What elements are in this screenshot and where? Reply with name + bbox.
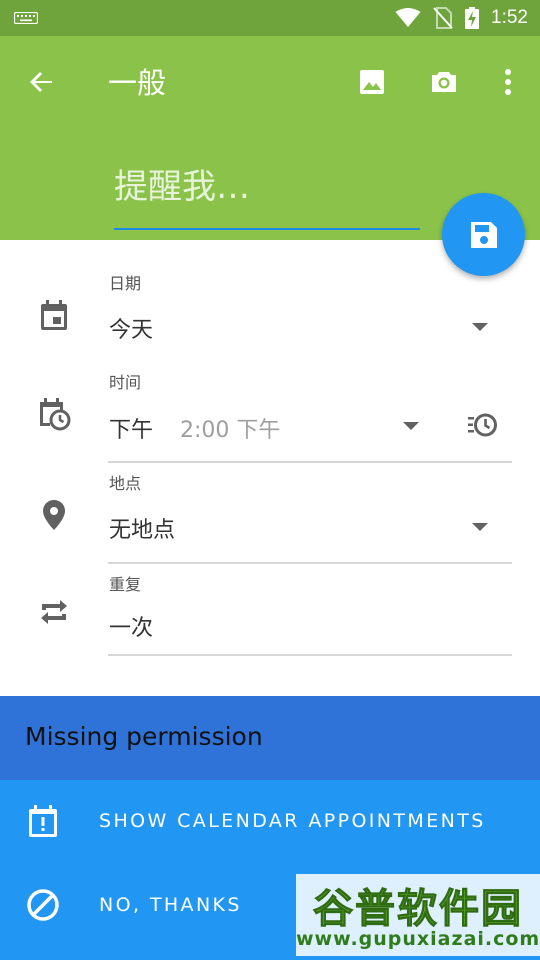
location-dropdown[interactable]: 无地点 bbox=[109, 512, 175, 544]
camera-icon[interactable] bbox=[424, 62, 464, 102]
repeat-field[interactable]: 一次 bbox=[109, 610, 153, 642]
permission-banner-title: Missing permission bbox=[25, 722, 263, 751]
time-period[interactable]: 下午 bbox=[109, 412, 153, 444]
calendar-alert-icon bbox=[29, 805, 57, 837]
no-sim-icon bbox=[433, 7, 453, 29]
keyboard-icon bbox=[14, 12, 38, 24]
status-bar: 1:52 bbox=[0, 0, 540, 36]
back-arrow-icon[interactable] bbox=[22, 62, 62, 102]
more-vert-icon[interactable] bbox=[488, 62, 528, 102]
watermark-logo: 谷普软件园 www.gupuxiazai.com bbox=[296, 874, 540, 956]
location-label: 地点 bbox=[109, 474, 142, 493]
location-pin-icon bbox=[43, 500, 65, 530]
show-calendar-appointments-label: SHOW CALENDAR APPOINTMENTS bbox=[99, 810, 486, 832]
show-calendar-appointments-button[interactable]: SHOW CALENDAR APPOINTMENTS bbox=[0, 780, 540, 864]
location-dropdown-arrow-icon[interactable] bbox=[470, 521, 490, 533]
time-value[interactable]: 2:00 下午 bbox=[180, 412, 280, 444]
no-thanks-label: NO, THANKS bbox=[99, 894, 242, 916]
image-icon[interactable] bbox=[352, 62, 392, 102]
reminder-text-field[interactable]: 提醒我… bbox=[114, 156, 420, 230]
save-icon bbox=[470, 221, 497, 248]
battery-charging-icon bbox=[465, 7, 480, 29]
date-dropdown-arrow-icon[interactable] bbox=[470, 321, 490, 333]
repeat-icon bbox=[41, 600, 67, 624]
time-label: 时间 bbox=[109, 373, 142, 392]
watermark-name: 谷普软件园 bbox=[313, 886, 523, 933]
page-title: 一般 bbox=[108, 66, 167, 100]
time-dropdown-arrow-icon[interactable] bbox=[401, 420, 421, 432]
repeat-divider bbox=[108, 654, 512, 656]
save-button[interactable] bbox=[442, 193, 525, 276]
repeat-label: 重复 bbox=[109, 575, 142, 594]
watermark-url: www.gupuxiazai.com bbox=[296, 928, 540, 950]
location-divider bbox=[108, 562, 512, 564]
permission-banner-header: Missing permission bbox=[0, 696, 540, 780]
calendar-icon bbox=[41, 300, 67, 330]
calendar-clock-icon bbox=[40, 398, 71, 431]
date-label: 日期 bbox=[109, 274, 142, 293]
reminder-placeholder: 提醒我… bbox=[114, 167, 250, 207]
wifi-icon bbox=[395, 8, 421, 27]
block-icon bbox=[27, 889, 59, 921]
snooze-time-icon[interactable] bbox=[466, 410, 498, 440]
status-time: 1:52 bbox=[491, 7, 528, 28]
time-divider bbox=[108, 461, 512, 463]
date-dropdown[interactable]: 今天 bbox=[109, 312, 153, 344]
